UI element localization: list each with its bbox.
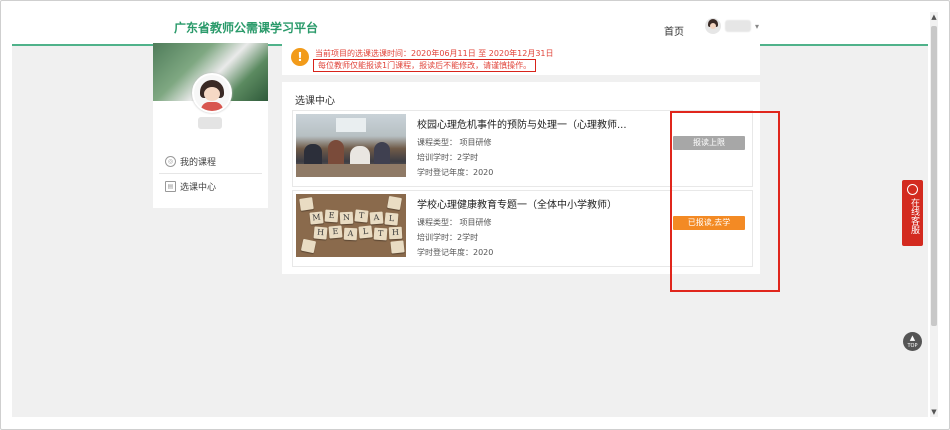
letter-tile: N <box>339 211 354 225</box>
letter-tile: A <box>343 227 358 241</box>
course-type: 课程类型： 项目研修 <box>417 138 492 147</box>
letter-tile: H <box>313 226 328 240</box>
online-service-label: 在线客服 <box>909 198 919 234</box>
course-thumbnail-mental-health: M E N T A L H E A L T H <box>296 194 406 257</box>
notice-selection-period: 当前项目的选课选课时间：2020年06月11日 至 2020年12月31日 <box>315 49 554 58</box>
course-type: 课程类型： 项目研修 <box>417 218 492 227</box>
nav-home-link[interactable]: 首页 <box>664 23 684 38</box>
course-card: M E N T A L H E A L T H 学校心理健康教育专题一（全体中小… <box>292 190 753 267</box>
back-to-top-button[interactable]: ▲ TOP <box>903 332 922 351</box>
sidebar-item-my-courses[interactable]: ◎ 我的课程 <box>153 149 268 173</box>
sidebar-item-course-center[interactable]: ▤ 选课中心 <box>153 174 268 198</box>
warning-icon: ! <box>291 48 309 66</box>
panel-title: 选课中心 <box>295 96 335 107</box>
scroll-down-arrow-icon[interactable]: ▼ <box>930 407 938 417</box>
letter-tile: M <box>309 211 324 225</box>
course-card: 校园心理危机事件的预防与处理一（心理教师... 课程类型： 项目研修 培训学时：… <box>292 110 753 187</box>
user-name-blurred <box>725 20 751 32</box>
course-center-panel: 选课中心 校园心理危机事件的预防与处理一（心理教师... 课程类型： 项目研修 … <box>282 82 760 274</box>
service-icon <box>907 184 918 195</box>
course-year: 学时登记年度：2020 <box>417 168 494 177</box>
course-thumbnail-classroom <box>296 114 406 177</box>
profile-avatar <box>192 73 232 113</box>
course-year: 学时登记年度：2020 <box>417 248 494 257</box>
letter-tile: L <box>358 225 373 239</box>
letter-tile: L <box>384 212 399 226</box>
sidebar-menu: ◎ 我的课程 ▤ 选课中心 <box>153 149 268 198</box>
letter-tile: T <box>373 227 388 241</box>
enroll-limit-button[interactable]: 报读上限 <box>673 136 745 150</box>
vertical-scrollbar[interactable]: ▲ ▼ <box>930 12 938 417</box>
my-course-icon: ◎ <box>165 155 176 167</box>
chevron-down-icon: ▾ <box>755 21 760 31</box>
scrollbar-thumb[interactable] <box>931 26 937 326</box>
letter-tile: E <box>328 225 343 239</box>
user-avatar <box>705 18 721 34</box>
course-hours: 培训学时：2学时 <box>417 153 479 162</box>
course-hours: 培训学时：2学时 <box>417 233 479 242</box>
top-bar: 广东省教师公需课学习平台 首页 ▾ <box>12 12 928 46</box>
user-menu[interactable]: ▾ <box>705 18 759 34</box>
letter-tile: T <box>354 209 369 223</box>
profile-name-blurred <box>198 117 222 129</box>
go-study-button[interactable]: 已报读,去学 <box>673 216 745 230</box>
page: 广东省教师公需课学习平台 首页 ▾ ◎ 我的课程 ▤ 选课中心 ! 当前项目的选 <box>12 12 928 417</box>
back-to-top-label: TOP <box>907 343 918 349</box>
sidebar-item-label: 选课中心 <box>180 182 217 193</box>
notice-rule: 每位教师仅能报读1门课程，报读后不能修改，请谨慎操作。 <box>313 59 537 72</box>
course-center-icon: ▤ <box>165 180 176 192</box>
course-title[interactable]: 校园心理危机事件的预防与处理一（心理教师... <box>417 116 627 131</box>
site-title[interactable]: 广东省教师公需课学习平台 <box>174 19 318 36</box>
letter-tile: E <box>324 209 339 223</box>
sidebar-item-label: 我的课程 <box>180 157 217 168</box>
course-title[interactable]: 学校心理健康教育专题一（全体中小学教师） <box>417 196 617 211</box>
letter-tile: A <box>369 211 384 225</box>
arrow-up-icon: ▲ <box>909 334 916 342</box>
notice-box: ! 当前项目的选课选课时间：2020年06月11日 至 2020年12月31日 … <box>282 43 760 75</box>
online-service-button[interactable]: 在线客服 <box>902 180 923 246</box>
letter-tile: H <box>388 226 403 240</box>
scroll-up-arrow-icon[interactable]: ▲ <box>930 12 938 22</box>
sidebar: ◎ 我的课程 ▤ 选课中心 <box>153 43 268 208</box>
